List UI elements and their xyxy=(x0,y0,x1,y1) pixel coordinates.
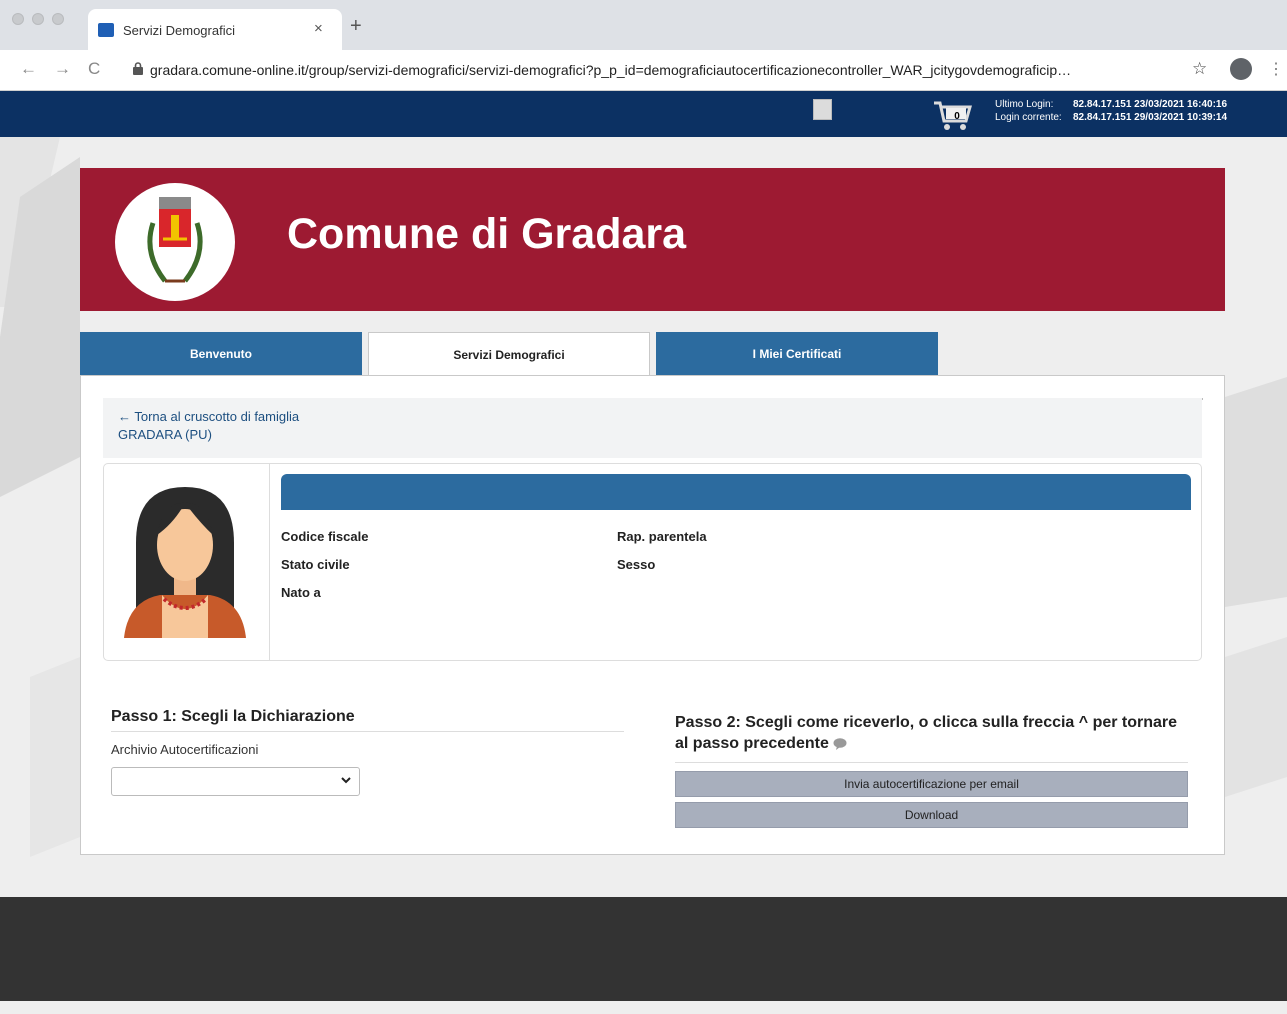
window-minimize-button[interactable] xyxy=(32,13,44,25)
sesso-label: Sesso xyxy=(617,557,656,572)
cart-count-badge: 0 xyxy=(954,111,960,122)
ultimo-login-value: 82.84.17.151 23/03/2021 16:40:16 xyxy=(1073,99,1228,110)
window-zoom-button[interactable] xyxy=(52,13,64,25)
browser-tab-title: Servizi Demografici xyxy=(123,23,235,38)
person-name-header xyxy=(281,474,1191,510)
divider xyxy=(111,731,624,732)
browser-menu-icon[interactable]: ⋮ xyxy=(1268,59,1284,79)
rap-parentela-label: Rap. parentela xyxy=(617,529,707,544)
url-field[interactable]: gradara.comune-online.it/group/servizi-d… xyxy=(150,62,1071,78)
crest-icon xyxy=(147,197,203,283)
step2-title-text: Passo 2: Scegli come riceverlo, o clicca… xyxy=(675,714,1178,752)
ultimo-login-label: Ultimo Login: xyxy=(995,99,1054,110)
site-favicon-icon xyxy=(98,23,114,37)
divider xyxy=(675,762,1188,763)
speech-bubble-icon[interactable] xyxy=(833,737,847,750)
new-tab-button[interactable]: + xyxy=(350,16,362,36)
tab-close-icon[interactable]: × xyxy=(314,20,323,37)
female-avatar-icon xyxy=(124,487,246,638)
login-info: Ultimo Login: 82.84.17.151 23/03/2021 16:… xyxy=(995,98,1227,124)
browser-address-bar: ← → C gradara.comune-online.it/group/ser… xyxy=(0,50,1287,91)
site-footer xyxy=(0,897,1287,1001)
stato-civile-label: Stato civile xyxy=(281,557,350,572)
forward-arrow-icon[interactable]: → xyxy=(54,59,71,79)
back-to-family-dashboard-link[interactable]: ← Torna al cruscotto di famiglia xyxy=(118,409,299,424)
archivio-select-label: Archivio Autocertificazioni xyxy=(111,742,259,757)
breadcrumb xyxy=(103,398,1202,458)
login-corrente-value: 82.84.17.151 29/03/2021 10:39:14 xyxy=(1073,112,1228,123)
dichiarazione-select[interactable] xyxy=(111,767,360,796)
browser-tab-bar: Servizi Demografici × + xyxy=(0,0,1287,50)
user-photo-icon[interactable] xyxy=(813,99,832,120)
browser-tab[interactable]: Servizi Demografici × xyxy=(88,9,342,50)
download-button[interactable]: Download xyxy=(675,802,1188,828)
coat-of-arms-logo xyxy=(115,183,235,301)
step1-title: Passo 1: Scegli la Dichiarazione xyxy=(111,708,355,725)
window-close-button[interactable] xyxy=(12,13,24,25)
tab-miei-certificati[interactable]: I Miei Certificati xyxy=(656,332,938,376)
bookmark-star-icon[interactable]: ☆ xyxy=(1192,59,1207,79)
codice-fiscale-label: Codice fiscale xyxy=(281,529,369,544)
send-email-button[interactable]: Invia autocertificazione per email xyxy=(675,771,1188,797)
profile-avatar-icon[interactable] xyxy=(1230,58,1252,80)
tab-benvenuto[interactable]: Benvenuto xyxy=(80,332,362,376)
back-arrow-icon[interactable]: ← xyxy=(20,59,37,79)
page-bottom-strip xyxy=(0,1001,1287,1014)
chevron-down-icon xyxy=(341,777,351,784)
reload-icon[interactable]: C xyxy=(88,59,100,79)
nato-a-label: Nato a xyxy=(281,585,321,600)
tab-servizi-demografici[interactable]: Servizi Demografici xyxy=(368,332,650,377)
step2-title: Passo 2: Scegli come riceverlo, o clicca… xyxy=(675,712,1187,754)
site-title: Comune di Gradara xyxy=(287,210,687,258)
city-label: GRADARA (PU) xyxy=(118,427,212,442)
lock-icon xyxy=(133,62,143,75)
login-corrente-label: Login corrente: xyxy=(995,112,1062,123)
